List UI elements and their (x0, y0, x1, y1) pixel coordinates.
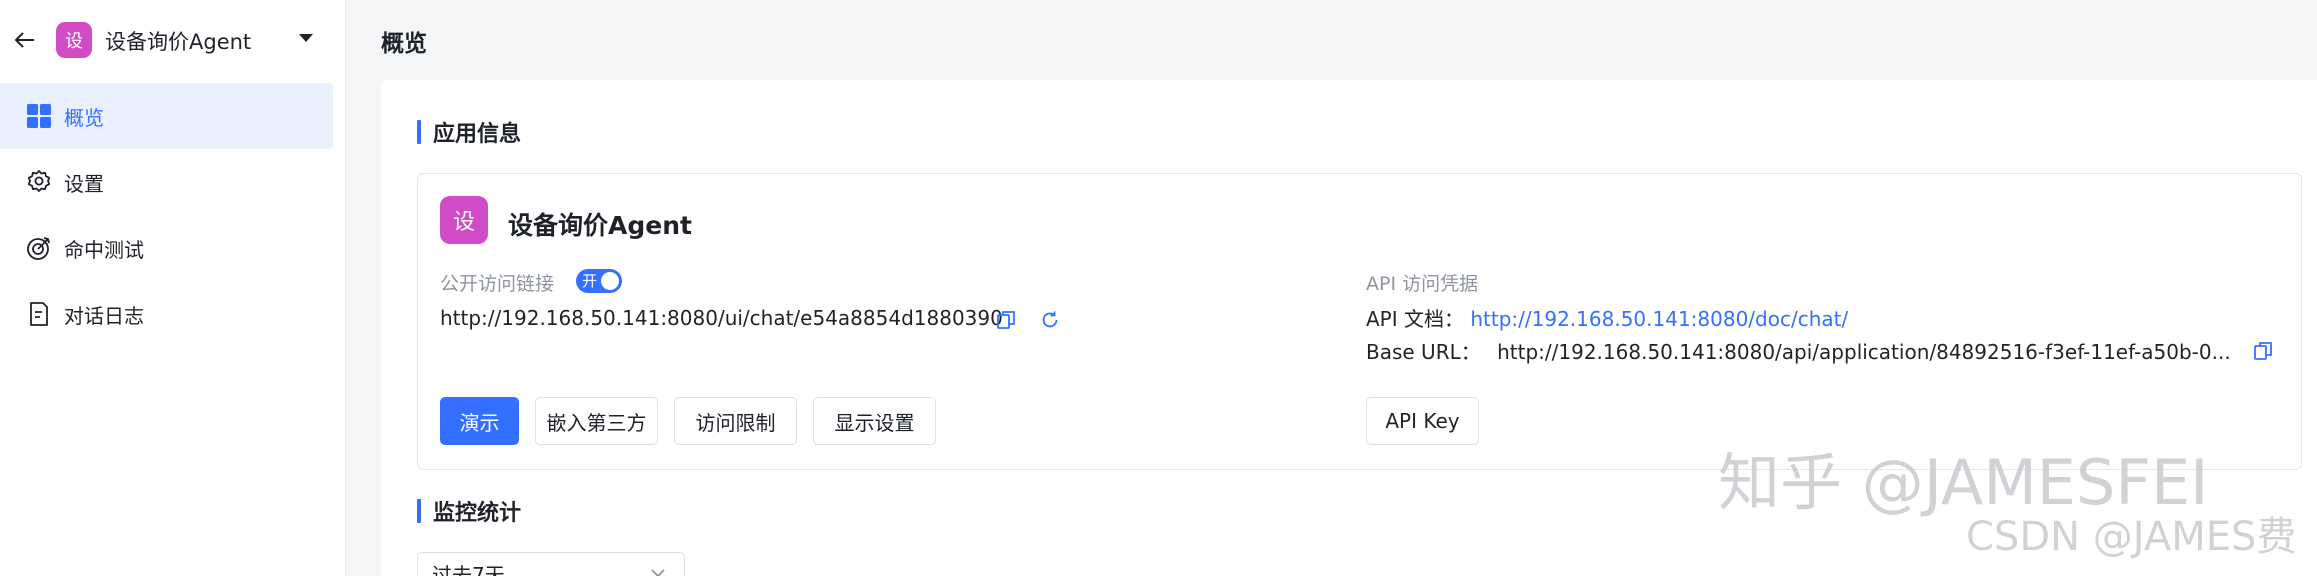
app-name-large: 设备询价Agent (508, 211, 692, 240)
copy-icon (997, 311, 1015, 329)
copy-icon (2254, 342, 2272, 360)
period-select[interactable]: 过去7天 (417, 552, 685, 576)
sidebar-item-label: 概览 (64, 105, 104, 130)
api-doc-link[interactable]: http://192.168.50.141:8080/doc/chat/ (1470, 307, 1848, 331)
access-limit-button[interactable]: 访问限制 (674, 397, 797, 445)
public-link-label: 公开访问链接 (440, 273, 555, 295)
overview-card: 应用信息 设 设备询价Agent 公开访问链接 开 http://192.168… (381, 80, 2317, 576)
sidebar: 设 设备询价Agent 概览 设置 命中测试 对话日志 (0, 0, 346, 576)
demo-button[interactable]: 演示 (440, 397, 519, 445)
toggle-knob (601, 272, 619, 290)
arrow-left-icon (14, 32, 34, 48)
document-icon (24, 299, 54, 329)
caret-down-icon (299, 34, 313, 42)
sidebar-app-header: 设 设备询价Agent (0, 0, 346, 80)
display-settings-button[interactable]: 显示设置 (813, 397, 936, 445)
page-title: 概览 (381, 31, 427, 57)
app-switcher-dropdown[interactable] (296, 30, 320, 50)
api-doc-label: API 文档： (1366, 307, 1464, 331)
app-root: 设 设备询价Agent 概览 设置 命中测试 对话日志 概览 应用信息 设 设备… (0, 0, 2317, 576)
refresh-url-button[interactable] (1038, 308, 1062, 332)
base-url-value: http://192.168.50.141:8080/api/applicati… (1497, 340, 2231, 364)
api-credentials-label: API 访问凭据 (1366, 273, 1479, 295)
api-doc-row: API 文档： http://192.168.50.141:8080/doc/c… (1366, 303, 1848, 332)
section-title-monitor: 监控统计 (417, 495, 521, 527)
target-icon (24, 233, 54, 263)
base-url-row: Base URL： http://192.168.50.141:8080/api… (1366, 336, 2231, 365)
period-select-value: 过去7天 (432, 563, 505, 576)
sidebar-item-overview[interactable]: 概览 (0, 83, 333, 149)
sidebar-nav: 概览 设置 命中测试 对话日志 (0, 83, 346, 347)
sidebar-item-label: 设置 (64, 171, 104, 196)
toggle-label: 开 (582, 272, 598, 290)
sidebar-item-hit-test[interactable]: 命中测试 (0, 215, 333, 281)
watermark-csdn: CSDN @JAMES费 (1966, 514, 2297, 560)
public-link-toggle[interactable]: 开 (576, 269, 622, 293)
chevron-down-icon (651, 569, 665, 576)
app-avatar: 设 (56, 22, 92, 58)
section-title-app-info: 应用信息 (417, 116, 521, 148)
sidebar-item-label: 命中测试 (64, 237, 144, 262)
back-button[interactable] (10, 24, 40, 56)
app-avatar-large: 设 (440, 196, 488, 244)
app-info-box: 设 设备询价Agent 公开访问链接 开 http://192.168.50.1… (417, 173, 2302, 470)
embed-third-party-button[interactable]: 嵌入第三方 (535, 397, 658, 445)
base-url-label: Base URL： (1366, 340, 1481, 364)
app-avatar-initial: 设 (452, 210, 475, 235)
gear-icon (24, 167, 54, 197)
api-key-button[interactable]: API Key (1366, 397, 1479, 445)
copy-public-url-button[interactable] (994, 308, 1018, 332)
sidebar-item-settings[interactable]: 设置 (0, 149, 333, 215)
refresh-icon (1042, 311, 1058, 328)
sidebar-item-chat-logs[interactable]: 对话日志 (0, 281, 333, 347)
app-name: 设备询价Agent (105, 30, 252, 54)
dashboard-grid-icon (24, 101, 54, 131)
public-url: http://192.168.50.141:8080/ui/chat/e54a8… (440, 306, 1003, 330)
sidebar-item-label: 对话日志 (64, 303, 144, 328)
copy-base-url-button[interactable] (2251, 339, 2275, 363)
app-avatar-initial: 设 (65, 31, 83, 52)
